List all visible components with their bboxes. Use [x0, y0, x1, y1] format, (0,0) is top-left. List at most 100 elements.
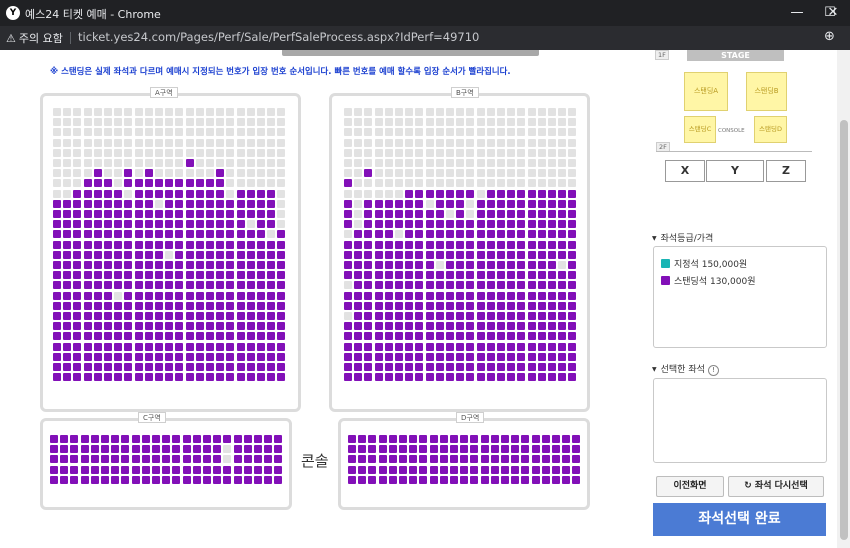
section-b-seat[interactable]: [456, 169, 465, 178]
section-b-seat[interactable]: [517, 332, 526, 341]
section-b-seat[interactable]: [548, 342, 556, 351]
section-c-seat[interactable]: [80, 435, 89, 443]
section-b-seat[interactable]: [435, 373, 444, 382]
section-a-seat[interactable]: [277, 301, 286, 310]
section-a-seat[interactable]: [114, 301, 123, 310]
section-d-seat[interactable]: [511, 435, 520, 443]
section-b-seat[interactable]: [537, 240, 546, 249]
section-d-seat[interactable]: [572, 445, 581, 454]
section-a-seat[interactable]: [124, 128, 133, 137]
security-warning[interactable]: ⚠ 주의 요함: [6, 30, 63, 46]
minimize-icon[interactable]: —: [780, 0, 814, 26]
section-b-seat[interactable]: [476, 240, 485, 249]
section-a-seat[interactable]: [267, 332, 276, 341]
section-b-seat[interactable]: [425, 301, 434, 310]
section-a-seat[interactable]: [206, 108, 214, 116]
section-d-seat[interactable]: [409, 455, 418, 464]
section-b-seat[interactable]: [558, 220, 567, 229]
section-b-seat[interactable]: [425, 199, 434, 208]
section-b-seat[interactable]: [527, 118, 536, 127]
section-a-seat[interactable]: [257, 118, 265, 127]
section-b-seat[interactable]: [527, 138, 536, 147]
section-a-seat[interactable]: [185, 230, 194, 239]
section-b-seat[interactable]: [405, 138, 414, 147]
section-b-seat[interactable]: [507, 159, 516, 167]
section-c-seat[interactable]: [182, 475, 191, 484]
section-d-seat[interactable]: [399, 445, 407, 454]
section-c-seat[interactable]: [264, 465, 273, 474]
section-a-seat[interactable]: [246, 261, 255, 269]
section-a-seat[interactable]: [195, 352, 204, 361]
section-b-seat[interactable]: [507, 199, 516, 208]
section-b-seat[interactable]: [415, 342, 424, 351]
section-c-seat[interactable]: [152, 465, 160, 474]
section-b-seat[interactable]: [395, 240, 403, 249]
section-d-seat[interactable]: [511, 475, 520, 484]
section-b-seat[interactable]: [558, 199, 567, 208]
section-a-seat[interactable]: [124, 220, 133, 229]
section-a-seat[interactable]: [175, 189, 184, 198]
section-a-seat[interactable]: [277, 199, 286, 208]
section-a-seat[interactable]: [134, 159, 143, 167]
section-a-seat[interactable]: [155, 363, 163, 371]
minimap-standing-b[interactable]: 스탠딩B: [746, 72, 787, 111]
section-b-seat[interactable]: [395, 352, 403, 361]
section-b-seat[interactable]: [374, 271, 383, 280]
section-b-seat[interactable]: [537, 261, 546, 269]
section-b-seat[interactable]: [568, 291, 577, 300]
section-a-seat[interactable]: [134, 322, 143, 331]
section-b-seat[interactable]: [344, 199, 352, 208]
section-b-seat[interactable]: [537, 148, 546, 157]
section-b-seat[interactable]: [517, 159, 526, 167]
section-d-seat[interactable]: [358, 445, 367, 454]
section-b-seat[interactable]: [476, 363, 485, 371]
section-d-seat[interactable]: [572, 455, 581, 464]
section-b-seat[interactable]: [517, 189, 526, 198]
section-c-seat[interactable]: [172, 435, 181, 443]
section-a-seat[interactable]: [144, 332, 153, 341]
section-b-seat[interactable]: [517, 210, 526, 218]
section-a-seat[interactable]: [104, 220, 112, 229]
section-a-seat[interactable]: [114, 342, 123, 351]
section-c-seat[interactable]: [60, 475, 69, 484]
section-d-seat[interactable]: [490, 475, 499, 484]
section-a-seat[interactable]: [267, 220, 276, 229]
section-a-seat[interactable]: [257, 363, 265, 371]
section-b-seat[interactable]: [466, 301, 475, 310]
section-c-seat[interactable]: [50, 475, 58, 484]
section-d-seat[interactable]: [460, 475, 469, 484]
section-b-seat[interactable]: [415, 128, 424, 137]
section-c-seat[interactable]: [274, 445, 283, 454]
section-b-seat[interactable]: [486, 363, 495, 371]
section-d-seat[interactable]: [378, 475, 387, 484]
section-a-seat[interactable]: [195, 128, 204, 137]
section-c-seat[interactable]: [70, 435, 79, 443]
section-a-seat[interactable]: [185, 373, 194, 382]
section-b-seat[interactable]: [384, 148, 393, 157]
section-b-seat[interactable]: [568, 230, 577, 239]
section-b-seat[interactable]: [435, 332, 444, 341]
section-a-seat[interactable]: [63, 373, 72, 382]
section-b-seat[interactable]: [374, 352, 383, 361]
section-d-seat[interactable]: [419, 445, 428, 454]
section-a-seat[interactable]: [277, 261, 286, 269]
section-a-seat[interactable]: [206, 220, 214, 229]
section-c-seat[interactable]: [182, 445, 191, 454]
section-b-seat[interactable]: [374, 189, 383, 198]
section-a-seat[interactable]: [73, 220, 82, 229]
section-a-seat[interactable]: [144, 118, 153, 127]
section-a-seat[interactable]: [175, 128, 184, 137]
section-b-seat[interactable]: [425, 169, 434, 178]
section-d-seat[interactable]: [531, 465, 540, 474]
section-a-seat[interactable]: [144, 148, 153, 157]
section-b-seat[interactable]: [364, 128, 373, 137]
section-b-seat[interactable]: [558, 322, 567, 331]
section-a-seat[interactable]: [175, 148, 184, 157]
section-d-seat[interactable]: [378, 445, 387, 454]
section-a-seat[interactable]: [175, 179, 184, 188]
section-b-seat[interactable]: [354, 128, 363, 137]
section-a-seat[interactable]: [124, 108, 133, 116]
section-b-seat[interactable]: [395, 179, 403, 188]
section-a-seat[interactable]: [155, 128, 163, 137]
section-a-seat[interactable]: [53, 312, 61, 320]
